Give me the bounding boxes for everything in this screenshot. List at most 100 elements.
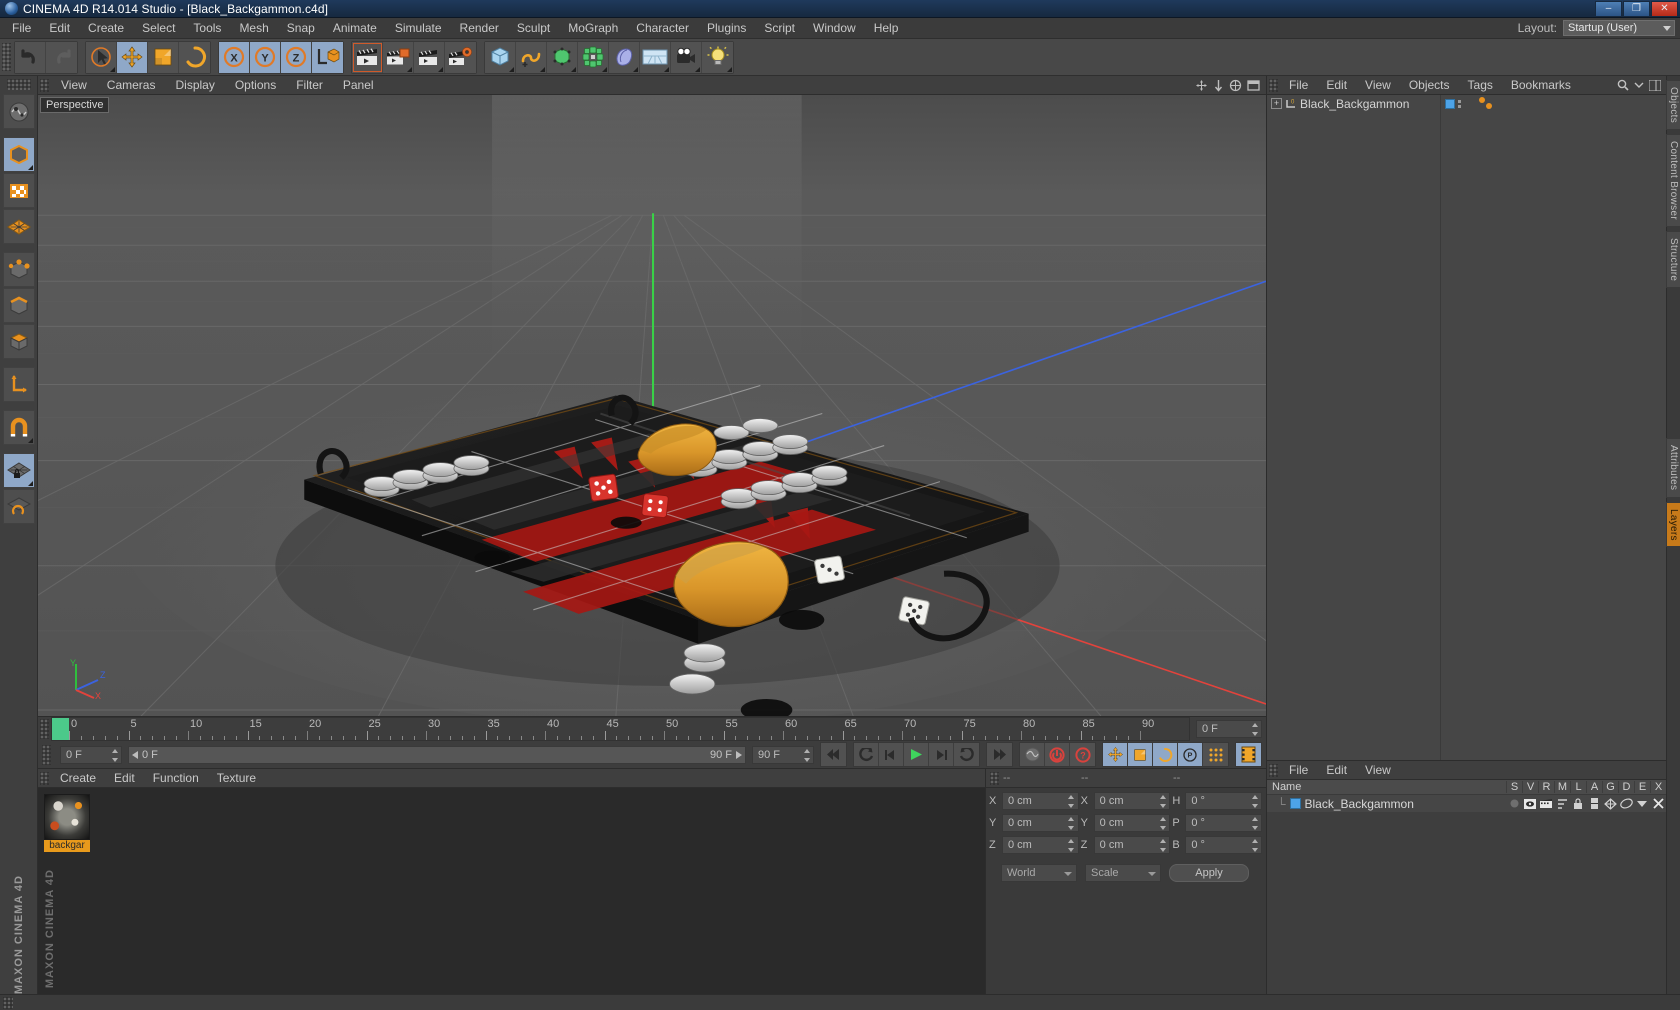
layer-visible-cell[interactable] [1522, 798, 1538, 809]
viewport-menu-cameras[interactable]: Cameras [97, 76, 166, 95]
layer-menu-edit[interactable]: Edit [1317, 761, 1356, 780]
render-queue-button[interactable] [414, 41, 445, 73]
current-frame-field[interactable]: 0 F [1196, 720, 1262, 738]
next-frame-button[interactable] [929, 743, 954, 766]
spinner-icon[interactable] [1068, 817, 1075, 830]
z-axis-button[interactable]: Z [281, 41, 312, 73]
menu-mesh[interactable]: Mesh [230, 18, 277, 39]
material-grip[interactable] [40, 771, 49, 785]
menu-animate[interactable]: Animate [324, 18, 386, 39]
rotation-p-field[interactable]: 0 ° [1185, 814, 1263, 832]
position-y-field[interactable]: 0 cm [1002, 814, 1079, 832]
object-menu-file[interactable]: File [1280, 76, 1317, 95]
coordinates-grip[interactable] [990, 771, 999, 785]
layer-animation-cell[interactable] [1586, 798, 1602, 809]
go-to-start-button[interactable] [821, 743, 846, 766]
add-light-button[interactable] [702, 41, 733, 73]
object-name[interactable]: Black_Backgammon [1300, 97, 1409, 111]
menu-edit[interactable]: Edit [40, 18, 79, 39]
material-thumbnail[interactable] [44, 794, 90, 840]
position-z-field[interactable]: 0 cm [1002, 836, 1079, 854]
layer-name[interactable]: Black_Backgammon [1305, 797, 1414, 811]
lock-workplane-button[interactable] [2, 453, 35, 488]
planar-workplane-button[interactable] [2, 489, 35, 524]
layer-color-swatch[interactable] [1445, 98, 1455, 109]
pan-view-icon[interactable] [1195, 79, 1208, 92]
object-tree-tags[interactable] [1441, 95, 1666, 760]
object-menu-bookmarks[interactable]: Bookmarks [1502, 76, 1580, 95]
layer-color-swatch[interactable] [1289, 798, 1301, 809]
scale-button[interactable] [148, 41, 179, 73]
maximize-view-icon[interactable] [1247, 79, 1260, 92]
add-deformer-button[interactable] [578, 41, 609, 73]
tab-objects[interactable]: Objects [1666, 80, 1680, 131]
position-key-button[interactable] [1103, 743, 1128, 766]
viewport-menu-display[interactable]: Display [165, 76, 224, 95]
menu-file[interactable]: File [3, 18, 40, 39]
material-menu-edit[interactable]: Edit [105, 769, 144, 788]
material-menu-texture[interactable]: Texture [208, 769, 265, 788]
layer-row[interactable]: └ Black_Backgammon [1267, 795, 1666, 812]
menu-help[interactable]: Help [865, 18, 908, 39]
viewport-menu-options[interactable]: Options [225, 76, 286, 95]
viewport-menu-filter[interactable]: Filter [286, 76, 333, 95]
add-scene-object-button[interactable] [609, 41, 640, 73]
y-axis-button[interactable]: Y [250, 41, 281, 73]
layer-deformer-cell[interactable] [1618, 798, 1634, 809]
layer-grip[interactable] [1269, 763, 1278, 777]
layer-list-body[interactable] [1267, 812, 1666, 994]
object-grip[interactable] [1269, 78, 1278, 92]
material-item[interactable]: backgar [44, 794, 90, 852]
model-mode-button[interactable] [2, 137, 35, 172]
layer-row-name-cell[interactable]: └ Black_Backgammon [1267, 797, 1506, 811]
status-bar-grip[interactable] [3, 996, 13, 1009]
end-frame-field[interactable]: 90 F [752, 745, 814, 764]
add-camera-button[interactable] [671, 41, 702, 73]
point-level-animation-button[interactable] [1203, 743, 1228, 766]
add-floor-button[interactable] [640, 41, 671, 73]
object-tag-row[interactable] [1441, 95, 1666, 112]
add-generator-button[interactable] [547, 41, 578, 73]
timeline-ruler[interactable]: 0 5 10 15 20 25 30 35 40 45 50 55 60 65 70 75 80 85 90 [51, 717, 1190, 741]
position-x-field[interactable]: 0 cm [1002, 792, 1079, 810]
object-menu-edit[interactable]: Edit [1317, 76, 1356, 95]
spinner-icon[interactable] [1068, 795, 1075, 808]
menu-character[interactable]: Character [627, 18, 698, 39]
axis-mode-button[interactable] [2, 367, 35, 402]
spinner-icon[interactable] [1159, 817, 1166, 830]
polygons-mode-button[interactable] [2, 324, 35, 359]
panel-layout-icon[interactable] [1649, 79, 1661, 91]
spinner-icon[interactable] [1159, 795, 1166, 808]
menu-snap[interactable]: Snap [278, 18, 324, 39]
layout-select[interactable]: Startup (User) [1563, 20, 1675, 36]
object-row[interactable]: + 0 Black_Backgammon [1267, 95, 1440, 112]
material-list[interactable]: backgar MAXON CINEMA 4D [38, 788, 985, 994]
scale-key-button[interactable] [1128, 743, 1153, 766]
menu-render[interactable]: Render [451, 18, 508, 39]
layer-menu-file[interactable]: File [1280, 761, 1317, 780]
rotation-b-field[interactable]: 0 ° [1185, 836, 1263, 854]
spinner-icon[interactable] [1251, 817, 1258, 830]
parameter-key-button[interactable]: P [1178, 743, 1203, 766]
maximize-button[interactable]: ❐ [1623, 0, 1650, 17]
viewport-grip[interactable] [40, 78, 49, 92]
previous-key-button[interactable] [854, 743, 879, 766]
timeline-window-button[interactable] [1236, 743, 1261, 766]
layer-solo-cell[interactable] [1506, 799, 1522, 808]
object-tree[interactable]: + 0 Black_Backgammon [1267, 95, 1666, 760]
rotation-h-field[interactable]: 0 ° [1185, 792, 1263, 810]
previous-frame-button[interactable] [879, 743, 904, 766]
spinner-icon[interactable] [1251, 723, 1258, 736]
menu-select[interactable]: Select [133, 18, 184, 39]
enable-snap-button[interactable] [2, 410, 35, 445]
menu-create[interactable]: Create [79, 18, 133, 39]
coordinate-system-select[interactable]: World [1001, 864, 1077, 882]
render-region-button[interactable] [383, 41, 414, 73]
timeline-controls-grip[interactable] [42, 744, 51, 765]
menu-simulate[interactable]: Simulate [386, 18, 451, 39]
object-menu-objects[interactable]: Objects [1400, 76, 1459, 95]
menu-window[interactable]: Window [804, 18, 865, 39]
record-active-objects-button[interactable] [1020, 743, 1045, 766]
add-spline-button[interactable] [516, 41, 547, 73]
close-button[interactable]: ✕ [1651, 0, 1678, 17]
